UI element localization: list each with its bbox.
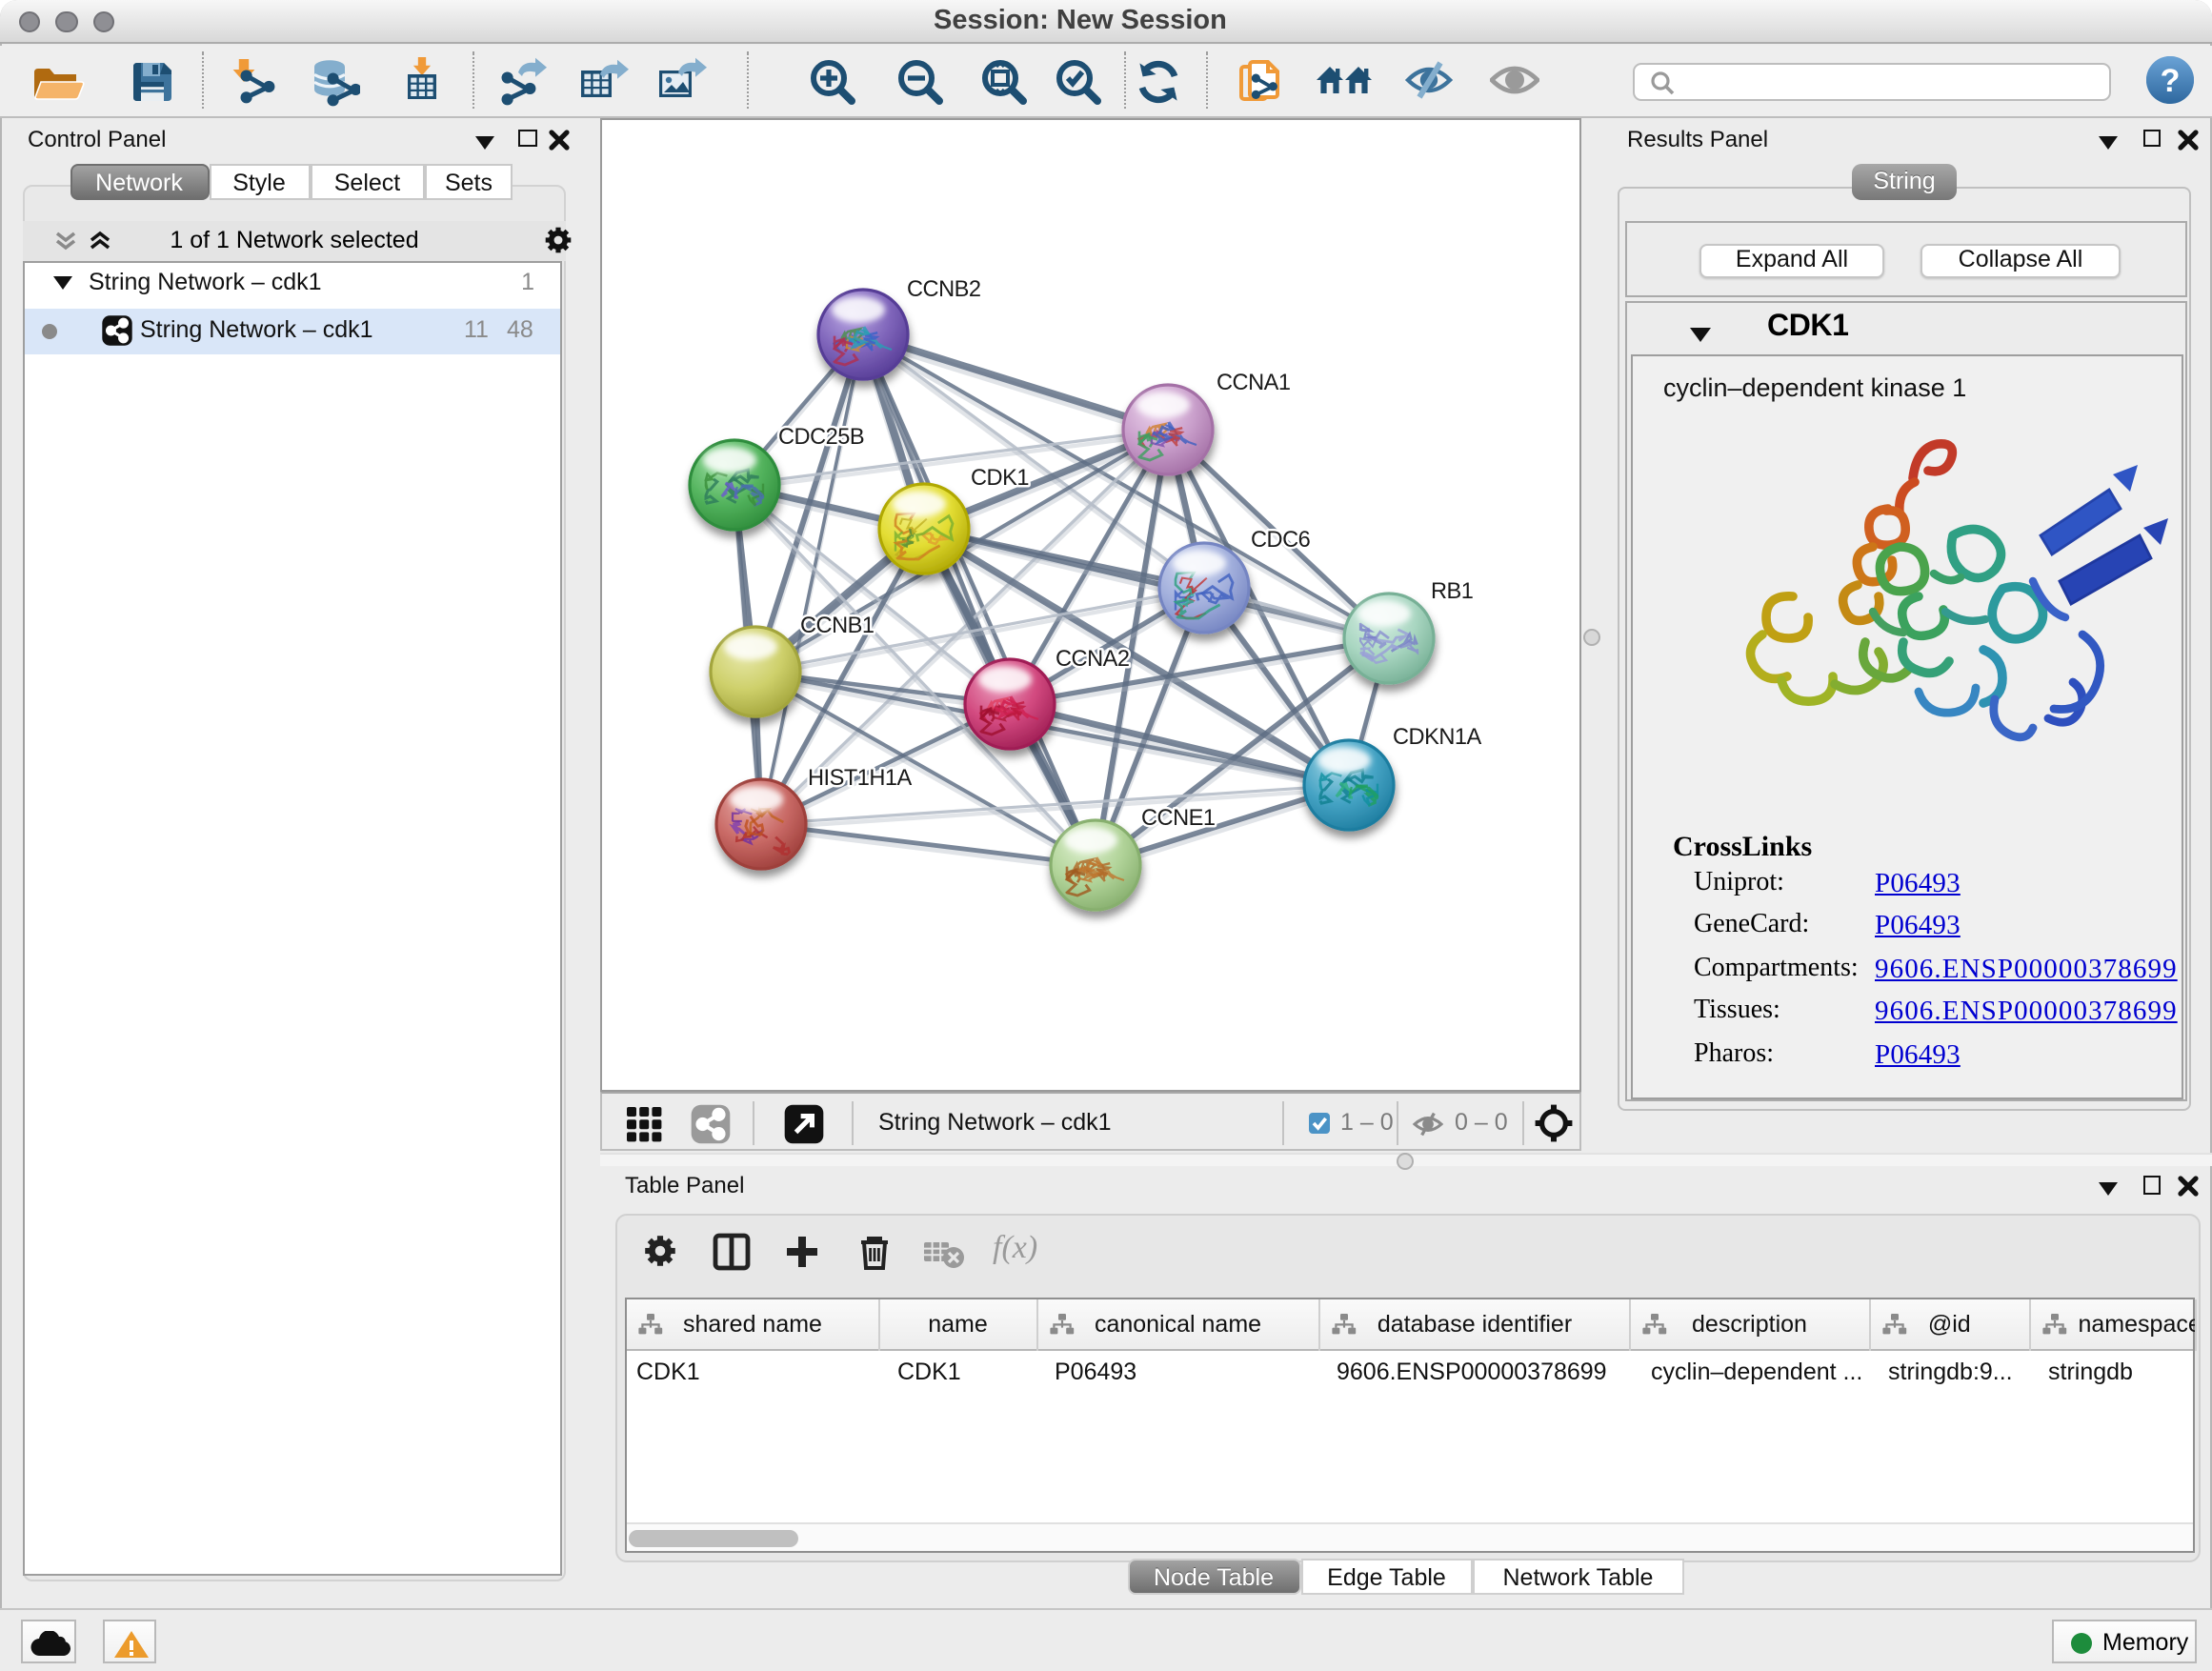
svg-text:CDC25B: CDC25B — [777, 424, 863, 449]
svg-text:CDC6: CDC6 — [1250, 527, 1310, 552]
svg-text:CCNB2: CCNB2 — [906, 276, 979, 301]
svg-text:CDKN1A: CDKN1A — [1392, 724, 1480, 749]
svg-text:CCNA2: CCNA2 — [1055, 646, 1128, 671]
svg-text:?: ? — [2160, 63, 2180, 99]
svg-text:RB1: RB1 — [1430, 578, 1472, 603]
svg-text:CCNE1: CCNE1 — [1140, 805, 1214, 830]
svg-text:CCNB1: CCNB1 — [799, 613, 873, 637]
svg-text:CDK1: CDK1 — [970, 465, 1028, 490]
svg-text:CCNA1: CCNA1 — [1216, 370, 1289, 394]
svg-text:HIST1H1A: HIST1H1A — [807, 765, 912, 790]
